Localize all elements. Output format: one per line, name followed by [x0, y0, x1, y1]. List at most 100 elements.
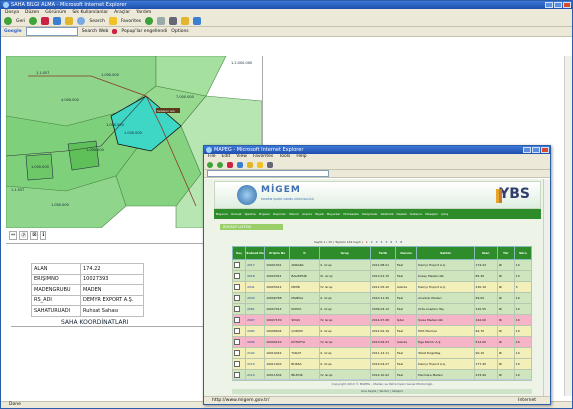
checkbox-icon[interactable]	[234, 327, 240, 334]
checkbox-icon[interactable]	[234, 305, 240, 312]
table-cell[interactable]: 2017	[245, 259, 266, 271]
table-row[interactable]: 2095 10009120 KÜTAHYA IV. Grup 2013.09.03 Ask…	[231, 336, 533, 348]
table-row[interactable]: 2110 10011003 BURSA II. Grup 2015.04.27 Faal D…	[231, 358, 533, 370]
favorites-star-icon[interactable]	[257, 161, 263, 168]
nav-muhasebe[interactable]: Muhasebe	[343, 212, 358, 216]
nav-kullanici[interactable]: Kullanıcı	[410, 212, 422, 216]
page-link[interactable]: 4	[381, 240, 383, 244]
menu-view[interactable]: Görünüm	[45, 9, 66, 16]
mail-icon[interactable]	[157, 17, 166, 25]
row-select-checkbox[interactable]	[231, 292, 247, 304]
table-row[interactable]: 2061 10007014 KONYA II. Grup 2009.03.12 Faal O…	[231, 303, 533, 315]
table-row[interactable]: 2082 10008004 ÇORUM II. Grup 2012.02.19 Faal H…	[231, 325, 533, 337]
nav-beyanlar[interactable]: Beyanlar	[327, 212, 340, 216]
checkbox-icon[interactable]	[234, 272, 240, 279]
back-arrow-icon[interactable]	[4, 17, 12, 25]
row-select-checkbox[interactable]	[231, 347, 247, 359]
close-button[interactable]	[563, 2, 571, 8]
search-icon[interactable]	[77, 17, 86, 25]
minimize-button[interactable]	[545, 2, 553, 8]
nav-destek[interactable]: Destek	[396, 212, 406, 216]
map-parcel-small[interactable]	[67, 140, 100, 171]
address-input[interactable]	[207, 170, 329, 177]
menu-tools[interactable]: Tools	[279, 154, 290, 160]
nav-yatirim[interactable]: Yatırım	[289, 212, 299, 216]
row-select-checkbox[interactable]	[231, 259, 247, 271]
checkbox-icon[interactable]	[234, 316, 240, 323]
page-link[interactable]: 1	[366, 240, 368, 244]
table-cell[interactable]: 2067	[245, 314, 266, 326]
nav-ruhsat[interactable]: Ruhsat	[231, 212, 241, 216]
page-link[interactable]: 3	[376, 240, 378, 244]
menu-tools[interactable]: Araçlar	[114, 9, 130, 16]
column-header[interactable]: İl	[289, 246, 320, 260]
menu-view[interactable]: View	[236, 154, 247, 160]
nav-tesvik[interactable]: Teşvik	[315, 212, 324, 216]
nav-cikis[interactable]: Çıkış	[441, 212, 448, 216]
maximize-button[interactable]	[554, 2, 562, 8]
menu-file[interactable]: Dosya	[5, 9, 19, 16]
page-link[interactable]: 6	[390, 240, 392, 244]
info-tool-button[interactable]: ℹ	[40, 231, 47, 240]
window-titlebar[interactable]: MAPEG - Microsoft Internet Explorer	[204, 146, 550, 154]
favorites-label[interactable]: Favorites	[121, 19, 141, 24]
google-options-link[interactable]: Options	[171, 29, 188, 34]
page-link[interactable]: 5	[386, 240, 388, 244]
row-select-checkbox[interactable]	[231, 336, 247, 348]
nav-isletme[interactable]: İşletme	[245, 212, 256, 216]
google-popup-link[interactable]: Popup'lar engellendi	[121, 29, 167, 34]
table-cell[interactable]: 2102	[245, 347, 266, 359]
nav-yazismalar[interactable]: Yazışmalar	[362, 212, 378, 216]
row-select-checkbox[interactable]	[231, 303, 247, 315]
column-header[interactable]: Seç	[231, 246, 247, 260]
table-row[interactable]: 2067 10007130 SİVAS IV. Grup 2014.07.08 İptal…	[231, 314, 533, 326]
checkbox-icon[interactable]	[234, 283, 240, 290]
column-header[interactable]: Erişim No	[264, 246, 291, 260]
menu-favorites[interactable]: Sık Kullanılanlar	[72, 9, 108, 16]
checkbox-icon[interactable]	[234, 349, 240, 356]
menu-edit[interactable]: Edit	[222, 154, 231, 160]
row-select-checkbox[interactable]	[231, 270, 247, 282]
history-icon[interactable]	[145, 17, 154, 25]
home-icon[interactable]	[65, 17, 74, 25]
table-cell[interactable]: 2095	[245, 336, 266, 348]
nav-projeler[interactable]: Projeler	[259, 212, 270, 216]
menu-help[interactable]: Help	[296, 154, 306, 160]
google-search-input[interactable]	[25, 27, 78, 36]
table-row[interactable]: 2043 10006788 MANİSA II. Grup 2010.11.30 Faal…	[231, 292, 533, 304]
checkbox-icon[interactable]	[234, 338, 240, 345]
page-link[interactable]: 8	[400, 240, 402, 244]
row-select-checkbox[interactable]	[231, 281, 247, 293]
select-tool-button[interactable]: ⊠	[30, 231, 39, 240]
footer-links[interactable]: Ana Sayfa | Yardım | İletişim	[361, 389, 403, 393]
checkbox-icon[interactable]	[234, 371, 240, 378]
column-header[interactable]: Tür	[496, 246, 515, 260]
pan-tool-button[interactable]: ⇔	[9, 231, 18, 240]
column-header[interactable]: Sahibi	[416, 246, 475, 260]
column-header[interactable]: Durum	[395, 246, 418, 260]
search-label[interactable]: Search	[89, 19, 104, 24]
nav-raporlar[interactable]: Raporlar	[273, 212, 286, 216]
row-select-checkbox[interactable]	[231, 325, 247, 337]
table-row[interactable]: 2041 10005012 İZMİR IV. Grup 2011.05.20 Askıd…	[231, 281, 533, 293]
checkbox-icon[interactable]	[234, 360, 240, 367]
table-cell[interactable]: 2110	[245, 358, 266, 370]
refresh-icon[interactable]	[237, 161, 243, 168]
table-row[interactable]: 2102 10010442 TOKAT II. Grup 2011.12.11 Faal T…	[231, 347, 533, 359]
column-header[interactable]: Süre	[513, 246, 533, 260]
page-link[interactable]: 7	[395, 240, 397, 244]
stop-icon[interactable]	[227, 161, 233, 168]
table-cell[interactable]: 2018	[245, 270, 266, 282]
table-row[interactable]: 2018 10002341 BALIKESİR III. Grup 2013.01.15…	[231, 270, 533, 282]
page-scrollbar[interactable]	[564, 56, 572, 396]
row-select-checkbox[interactable]	[231, 358, 247, 370]
nav-istatistik[interactable]: İstatistik	[381, 212, 394, 216]
checkbox-icon[interactable]	[234, 261, 240, 268]
folder-icon[interactable]	[181, 17, 190, 25]
google-search-web-link[interactable]: Search Web	[82, 29, 109, 34]
nav-mesajlar[interactable]: Mesajlar	[425, 212, 438, 216]
column-header[interactable]: Alan	[473, 246, 498, 260]
home-icon[interactable]	[247, 161, 253, 168]
table-cell[interactable]: 2041	[245, 281, 266, 293]
menu-favorites[interactable]: Favorites	[253, 154, 273, 160]
